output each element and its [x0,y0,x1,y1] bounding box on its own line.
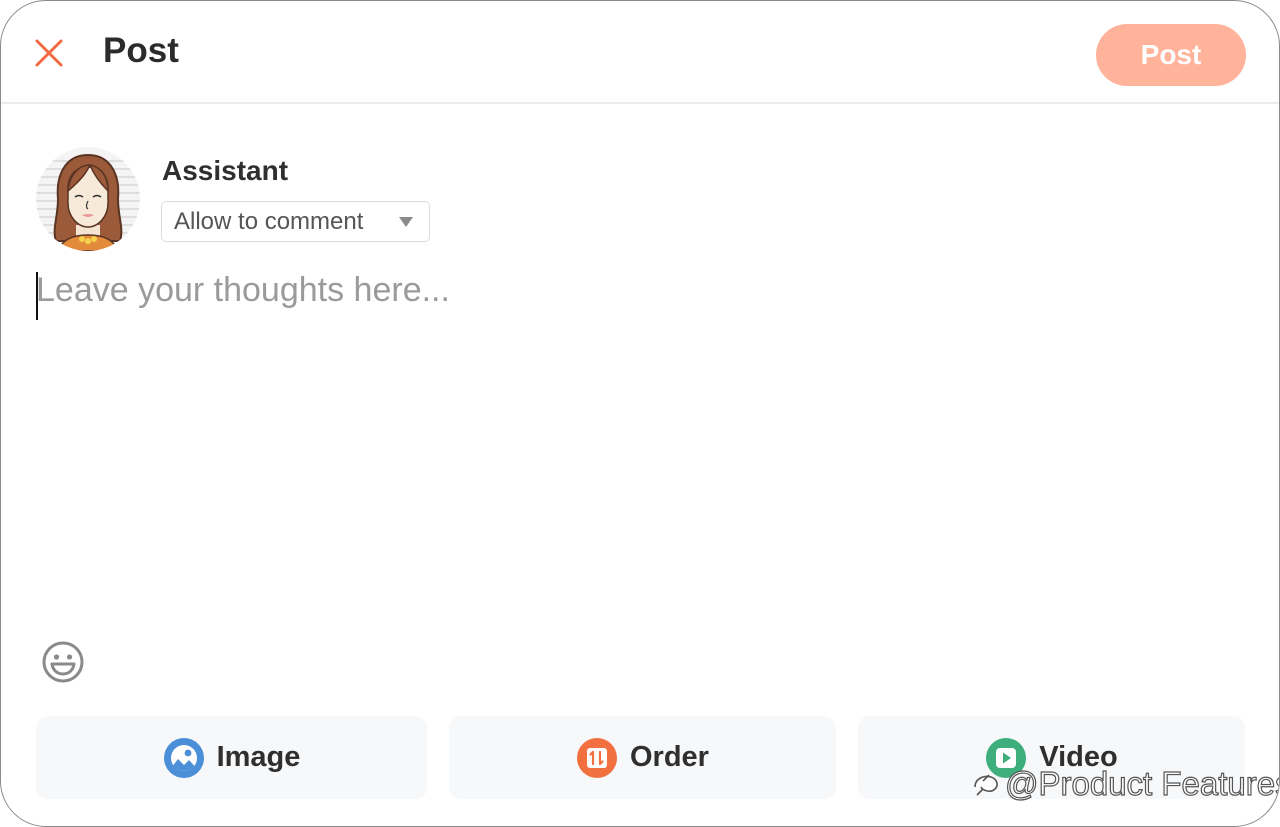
comment-permission-value: Allow to comment [174,207,364,235]
post-content-input[interactable] [36,271,1246,611]
avatar [36,147,140,251]
add-order-label: Order [630,741,709,773]
close-icon[interactable] [33,37,65,69]
image-icon [163,737,204,778]
page-title: Post [103,31,179,70]
dialog-header: Post Post [1,1,1279,104]
caret-down-icon [399,217,413,227]
add-order-button[interactable]: Order [449,716,836,799]
add-image-button[interactable]: Image [36,716,427,799]
author-name: Assistant [162,155,289,186]
smiley-icon[interactable] [40,639,86,685]
post-button[interactable]: Post [1096,24,1246,86]
post-composer-dialog: Post Post Assistant Allow to comment Lea… [0,0,1280,827]
weibo-logo-icon [974,774,998,796]
comment-permission-select[interactable]: Allow to comment [161,201,430,242]
add-image-label: Image [216,741,301,773]
text-cursor [36,272,38,320]
avatar-woman-icon [36,147,140,251]
watermark: @Product Features [969,764,1280,803]
sort-order-icon [577,737,617,778]
watermark-text: @Product Features [1004,764,1280,802]
